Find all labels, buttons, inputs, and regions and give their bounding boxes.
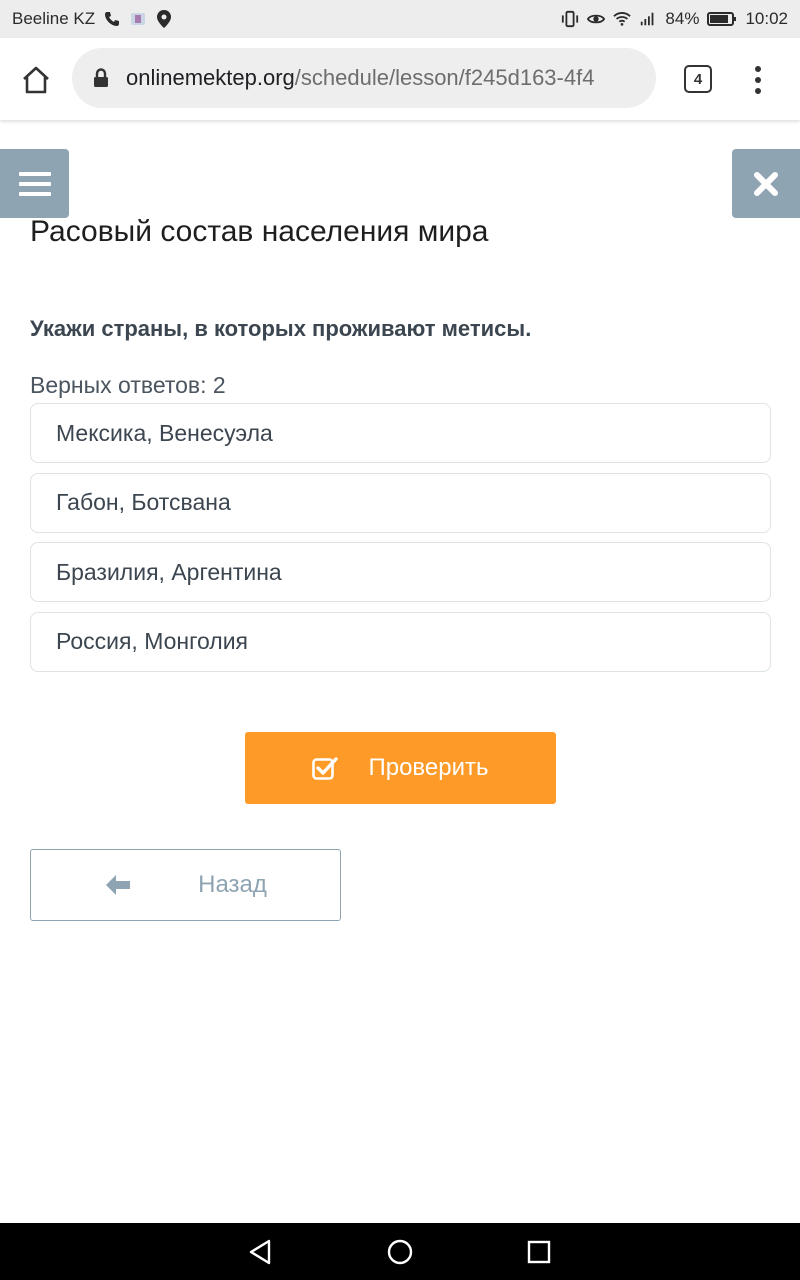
status-right: 84% 10:02 (561, 9, 788, 29)
hamburger-menu-button[interactable] (0, 149, 69, 218)
menu-dot (755, 66, 761, 72)
status-left: Beeline KZ (12, 9, 173, 29)
nav-recents-button[interactable] (522, 1235, 556, 1269)
page-title: Расовый состав населения мира (30, 215, 489, 248)
correct-answers-count: Верных ответов: 2 (30, 372, 226, 398)
browser-toolbar: onlinemektep.org/schedule/lesson/f245d16… (0, 38, 800, 120)
answer-options: Мексика, Венесуэла Габон, Ботсвана Брази… (30, 403, 771, 681)
hamburger-line (18, 191, 51, 196)
tab-switcher-button[interactable]: 4 (684, 65, 712, 93)
checkbox-check-icon (312, 756, 339, 780)
close-button[interactable] (732, 149, 800, 218)
url-host: onlinemektep.org (126, 65, 295, 90)
signal-icon (639, 10, 657, 28)
triangle-back-icon (249, 1239, 271, 1265)
answer-option[interactable]: Бразилия, Аргентина (30, 542, 771, 602)
close-icon (754, 171, 778, 196)
circle-home-icon (387, 1239, 413, 1265)
app-icon (129, 10, 147, 28)
home-button[interactable] (18, 62, 54, 98)
wifi-icon (613, 10, 632, 28)
phone-icon (103, 10, 121, 28)
hamburger-line (18, 181, 51, 186)
battery-icon (707, 10, 737, 28)
system-nav-bar (0, 1223, 800, 1280)
lock-icon (92, 67, 110, 89)
battery-percent: 84% (665, 9, 700, 28)
answer-option[interactable]: Габон, Ботсвана (30, 472, 771, 533)
nav-home-button[interactable] (383, 1235, 417, 1269)
square-recents-icon (527, 1240, 551, 1264)
nav-back-button[interactable] (243, 1235, 277, 1269)
question-text: Укажи страны, в которых проживают метисы… (30, 316, 532, 341)
vibrate-icon (561, 10, 579, 28)
browser-menu-button[interactable] (748, 62, 768, 98)
carrier-name: Beeline KZ (12, 9, 96, 28)
menu-dot (755, 88, 761, 94)
home-icon (23, 66, 49, 94)
eye-icon (587, 10, 606, 28)
clock: 10:02 (745, 9, 788, 28)
url-text: onlinemektep.org/schedule/lesson/f245d16… (126, 65, 594, 91)
hamburger-line (18, 171, 51, 176)
arrow-left-icon (104, 873, 132, 897)
menu-dot (755, 77, 761, 83)
answer-option[interactable]: Россия, Монголия (30, 611, 771, 672)
url-path: /schedule/lesson/f245d163-4f4 (294, 65, 595, 90)
status-bar: Beeline KZ 84% 10:02 (0, 0, 800, 38)
back-button[interactable]: Назад (30, 849, 341, 921)
check-button-label: Проверить (368, 754, 489, 781)
address-bar[interactable]: onlinemektep.org/schedule/lesson/f245d16… (72, 48, 656, 108)
answer-option[interactable]: Мексика, Венесуэла (30, 403, 771, 463)
location-icon (155, 10, 173, 28)
check-button[interactable]: Проверить (245, 732, 556, 804)
back-button-label: Назад (198, 871, 267, 898)
